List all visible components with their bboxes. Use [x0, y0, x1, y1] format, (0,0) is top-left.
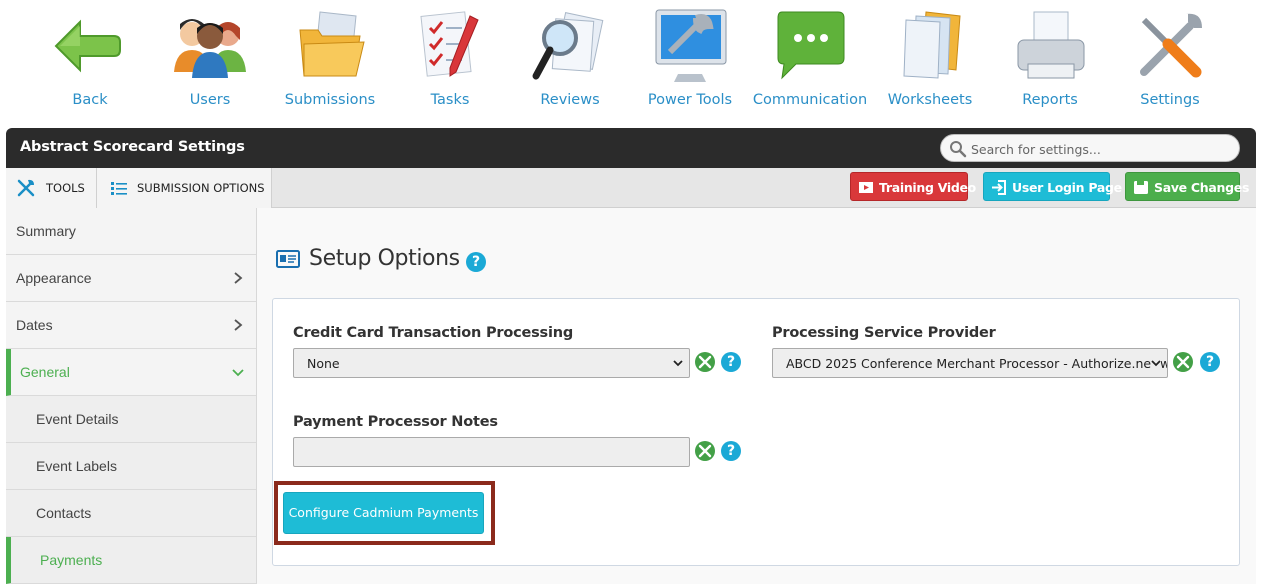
submission-options-tab-label: SUBMISSION OPTIONS — [137, 181, 265, 195]
users-icon — [174, 19, 246, 78]
page-title: Abstract Scorecard Settings — [20, 139, 245, 155]
field-tools-icon[interactable] — [695, 352, 715, 372]
help-icon[interactable]: ? — [721, 441, 741, 461]
monitor-wrench-icon — [655, 9, 727, 82]
top-navigation: Back Users Submissions Tasks Reviews Pow… — [0, 0, 1263, 120]
chat-bubble-icon — [777, 11, 845, 80]
back-arrow-icon — [54, 19, 121, 73]
chevron-right-icon — [234, 272, 243, 284]
cc-processing-label: Credit Card Transaction Processing — [293, 325, 574, 341]
nav-settings-label: Settings — [1140, 92, 1200, 108]
magnifier-document-icon — [532, 12, 604, 80]
configure-cadmium-payments-button[interactable]: Configure Cadmium Payments — [283, 492, 484, 534]
nav-users[interactable]: Users — [150, 0, 270, 120]
search-icon — [950, 141, 967, 158]
nav-reports-label: Reports — [1022, 92, 1078, 108]
login-icon — [992, 180, 1006, 195]
service-provider-value: ABCD 2025 Conference Merchant Processor … — [786, 356, 1168, 371]
sidebar-item-label: Payments — [40, 552, 103, 568]
search-input[interactable] — [971, 139, 1231, 159]
cc-processing-select[interactable]: None — [293, 348, 690, 378]
payment-notes-label: Payment Processor Notes — [293, 414, 498, 430]
field-tools-icon[interactable] — [695, 441, 715, 461]
nav-settings[interactable]: Settings — [1110, 0, 1230, 120]
nav-back-label: Back — [72, 92, 108, 108]
sidebar-item-payments[interactable]: Payments — [6, 537, 256, 584]
nav-reports[interactable]: Reports — [990, 0, 1110, 120]
tools-tab[interactable]: TOOLS — [6, 168, 97, 208]
sidebar-item-label: Contacts — [36, 505, 92, 521]
sidebar-item-event-details[interactable]: Event Details — [6, 396, 256, 443]
submission-options-tab[interactable]: SUBMISSION OPTIONS — [97, 168, 272, 208]
sidebar-item-label: Event Labels — [36, 458, 117, 474]
worksheets-icon — [903, 11, 961, 79]
section-title: Setup Options — [309, 246, 460, 271]
help-icon[interactable]: ? — [721, 352, 741, 372]
nav-tasks-label: Tasks — [430, 92, 470, 108]
nav-reviews[interactable]: Reviews — [510, 0, 630, 120]
tools-icon — [1140, 13, 1202, 78]
chevron-down-icon — [1151, 358, 1161, 368]
sidebar-item-event-labels[interactable]: Event Labels — [6, 443, 256, 490]
video-icon — [859, 182, 873, 193]
sidebar-item-label: Event Details — [36, 411, 119, 427]
nav-worksheets-label: Worksheets — [887, 92, 973, 108]
payment-notes-input[interactable] — [293, 437, 690, 467]
sidebar-item-label: Dates — [16, 317, 53, 333]
training-video-label: Training Video — [879, 180, 976, 195]
training-video-button[interactable]: Training Video — [850, 172, 976, 201]
nav-communication[interactable]: Communication — [750, 0, 870, 120]
service-provider-select[interactable]: ABCD 2025 Conference Merchant Processor … — [772, 348, 1168, 378]
settings-header: Abstract Scorecard Settings — [6, 128, 1256, 168]
cc-processing-value: None — [307, 356, 340, 371]
chevron-right-icon — [234, 319, 243, 331]
sidebar-item-label: Appearance — [16, 270, 92, 286]
sidebar-item-appearance[interactable]: Appearance — [6, 255, 256, 302]
nav-users-label: Users — [189, 92, 231, 108]
nav-submissions[interactable]: Submissions — [270, 0, 390, 120]
sidebar-item-summary[interactable]: Summary — [6, 208, 256, 255]
nav-tasks[interactable]: Tasks — [390, 0, 510, 120]
chevron-down-icon — [673, 360, 683, 367]
save-changes-label: Save Changes — [1154, 180, 1250, 195]
nav-submissions-label: Submissions — [284, 92, 376, 108]
help-icon[interactable]: ? — [466, 252, 486, 272]
nav-power-tools-label: Power Tools — [647, 92, 733, 108]
settings-sidebar: Summary Appearance Dates General Event D… — [6, 208, 257, 584]
nav-worksheets[interactable]: Worksheets — [870, 0, 990, 120]
help-icon[interactable]: ? — [1200, 352, 1220, 372]
sidebar-item-label: Summary — [16, 223, 76, 239]
folder-icon — [299, 11, 365, 77]
list-icon — [111, 182, 127, 195]
nav-communication-label: Communication — [752, 92, 868, 108]
tools-icon — [17, 179, 35, 197]
field-tools-icon[interactable] — [1173, 352, 1193, 372]
nav-reviews-label: Reviews — [540, 92, 600, 108]
user-login-page-button[interactable]: User Login Page — [983, 172, 1122, 201]
id-card-icon — [276, 250, 300, 268]
checklist-icon — [420, 11, 479, 77]
save-changes-button[interactable]: Save Changes — [1125, 172, 1249, 201]
chevron-down-icon — [232, 369, 244, 377]
tools-tab-label: TOOLS — [46, 181, 85, 195]
settings-search[interactable] — [940, 134, 1240, 162]
sidebar-item-contacts[interactable]: Contacts — [6, 490, 256, 537]
floppy-disk-icon — [1134, 181, 1148, 194]
printer-icon — [1017, 11, 1085, 79]
user-login-page-label: User Login Page — [1012, 180, 1122, 195]
sidebar-item-dates[interactable]: Dates — [6, 302, 256, 349]
nav-power-tools[interactable]: Power Tools — [630, 0, 750, 120]
service-provider-label: Processing Service Provider — [772, 325, 996, 341]
nav-back[interactable]: Back — [30, 0, 150, 120]
sidebar-item-label: General — [20, 364, 70, 380]
sidebar-item-general[interactable]: General — [6, 349, 256, 396]
